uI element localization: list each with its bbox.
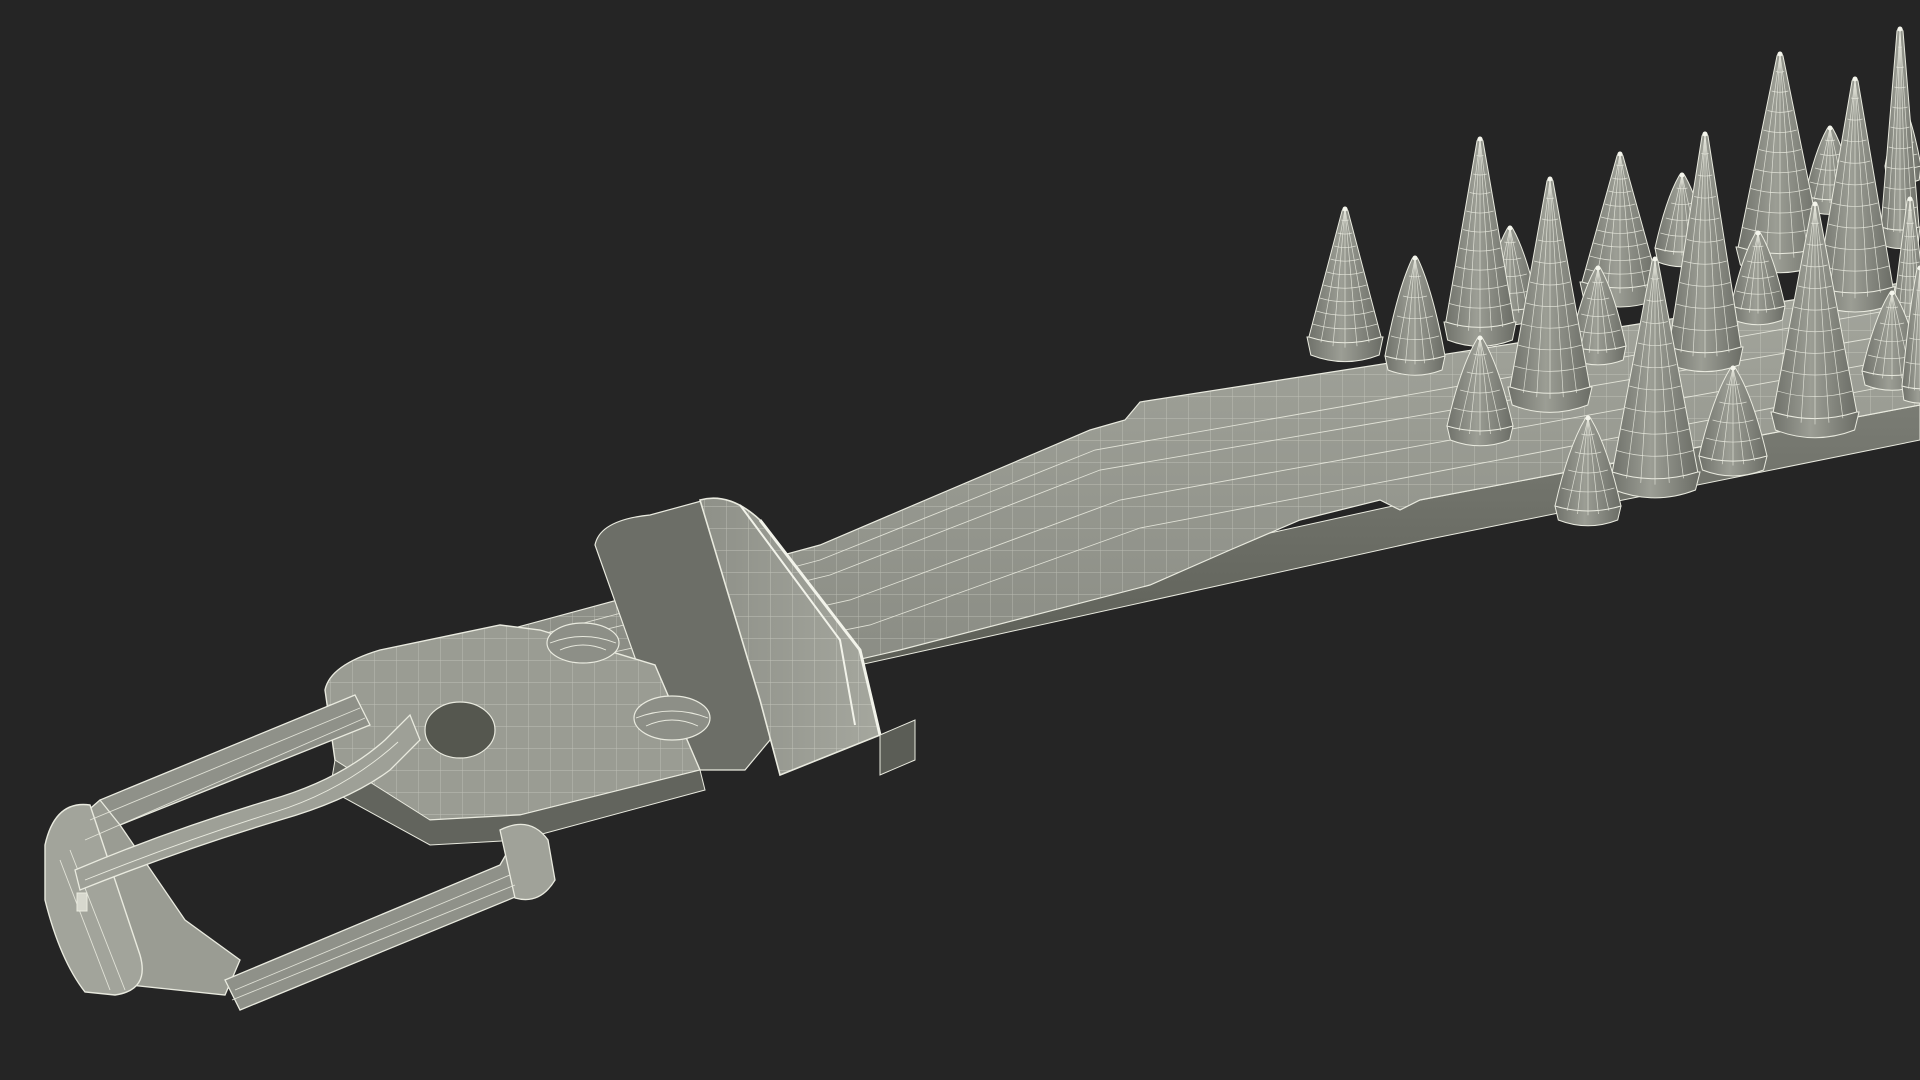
wireframe-model-render	[44, 26, 1920, 1011]
spike-icon	[1306, 206, 1384, 363]
3d-viewport[interactable]	[0, 0, 1920, 1080]
rivet-icon	[546, 622, 620, 664]
rivet-icon	[633, 695, 711, 741]
spike-icon	[1384, 255, 1446, 376]
